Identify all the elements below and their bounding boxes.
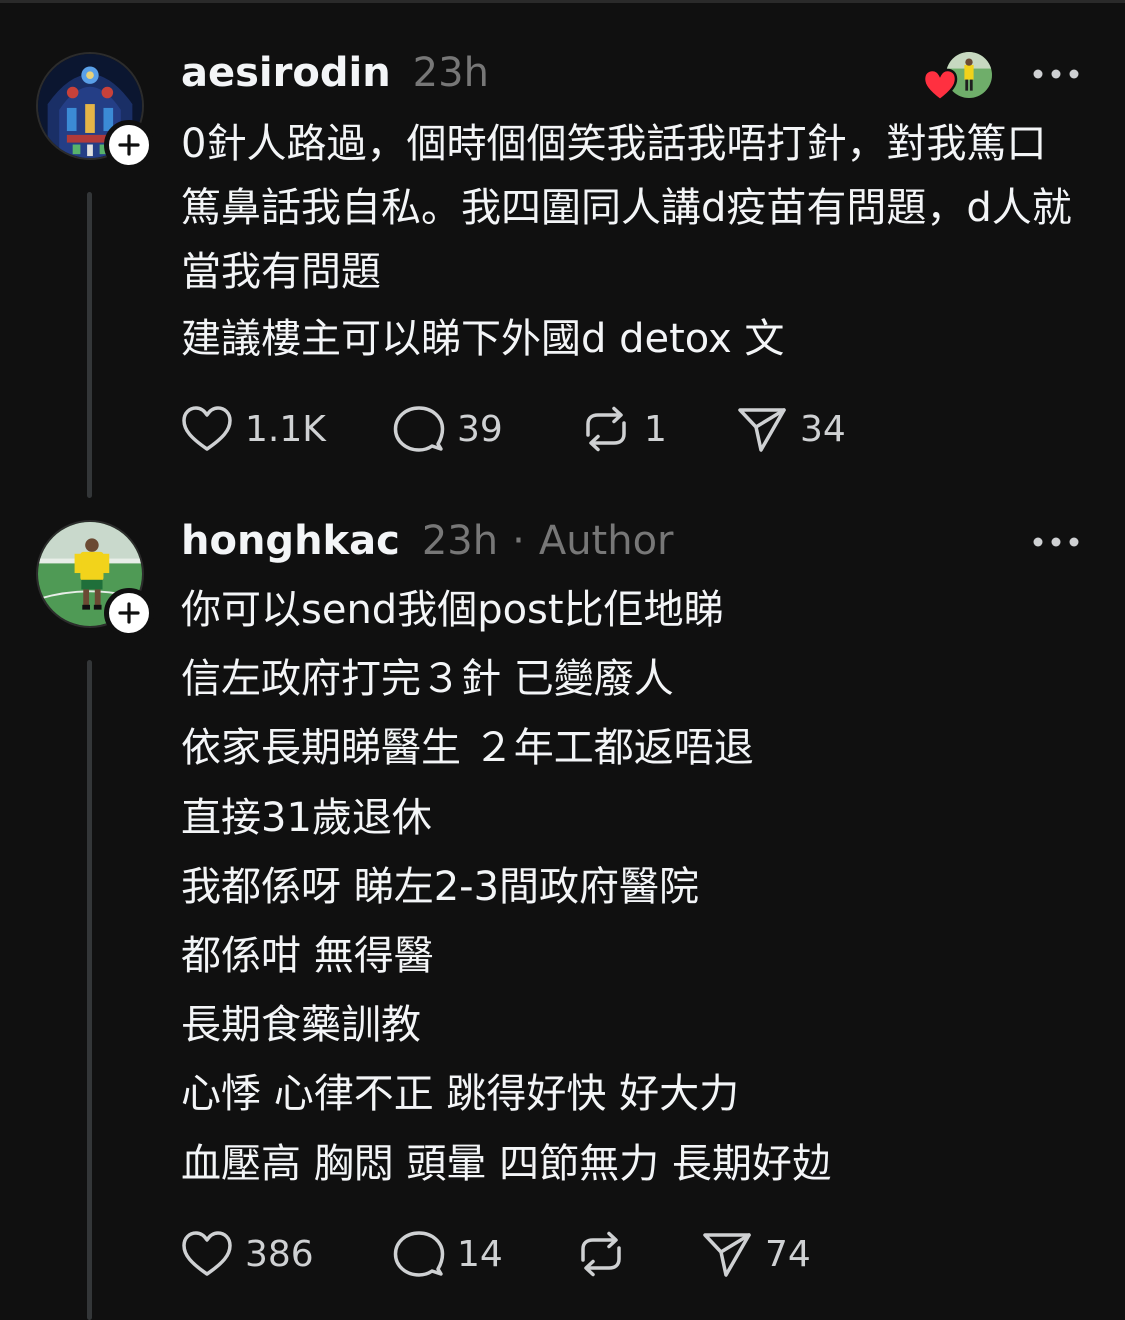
comment-icon [393, 1231, 445, 1277]
post-body: 0針人路過，個時個個笑我話我唔打針，對我篤口篤鼻話我自私。我四圍同人講d疫苗有問… [181, 112, 1081, 371]
post-line: 都係咁 無得醫 [181, 932, 434, 979]
post-paragraph: 0針人路過，個時個個笑我話我唔打針，對我篤口篤鼻話我自私。我四圍同人講d疫苗有問… [181, 121, 1072, 295]
heart-icon [922, 68, 958, 102]
post-line: 你可以send我個post比佢地睇 [181, 587, 724, 633]
timestamp: 23h [412, 50, 489, 96]
follow-button[interactable] [104, 120, 154, 170]
send-icon [703, 1233, 751, 1277]
username[interactable]: honghkac [181, 518, 400, 564]
post-paragraph: 建議樓主可以睇下外國d detox 文 [181, 316, 785, 362]
avatar[interactable] [36, 52, 154, 170]
post-line: 信左政府打完３針 已變廢人 [181, 656, 674, 703]
liked-by-indicator[interactable] [922, 50, 994, 102]
timestamp: 23h [421, 518, 499, 564]
more-options-button[interactable] [1030, 64, 1082, 84]
like-count: 1.1K [245, 408, 326, 450]
reply-post: honghkac 23h · Author 你可以send我個post比佢地睇 … [0, 500, 1125, 1320]
post-line: 直接31歲退休 [181, 794, 432, 841]
like-button[interactable]: 1.1K [181, 404, 393, 454]
heart-icon [182, 406, 232, 451]
reply-post: aesirodin 23h 0針人路過，個時個個笑我話我唔打針，對我篤口篤鼻話我… [0, 0, 1125, 500]
more-icon [1033, 537, 1079, 547]
thread-line [87, 192, 92, 498]
post-line: 我都係呀 睇左2-3間政府醫院 [181, 863, 700, 910]
post-header: honghkac 23h · Author [181, 518, 674, 568]
post-line: 依家長期睇醫生 ２年工都返唔退 [181, 725, 754, 772]
post-body: 你可以send我個post比佢地睇 信左政府打完３針 已變廢人 依家長期睇醫生 … [181, 576, 1081, 1199]
share-button[interactable]: 34 [736, 404, 846, 454]
post-header: aesirodin 23h [181, 50, 489, 100]
meta-separator: · [512, 518, 525, 564]
reply-button[interactable]: 14 [393, 1229, 575, 1279]
post-line: 心悸 心律不正 跳得好快 好大力 [181, 1071, 740, 1118]
post-line: 長期食藥訓教 [181, 1002, 421, 1049]
repost-icon [581, 1231, 621, 1277]
avatar[interactable] [36, 520, 154, 638]
author-tag: Author [538, 518, 674, 564]
username[interactable]: aesirodin [181, 50, 391, 96]
reply-count: 39 [457, 408, 503, 450]
plus-icon [118, 134, 140, 156]
repost-button[interactable] [575, 1229, 701, 1279]
reply-button[interactable]: 39 [393, 404, 580, 454]
thread-line [87, 660, 92, 1320]
action-bar: 1.1K 39 1 34 [181, 404, 846, 454]
like-button[interactable]: 386 [181, 1229, 393, 1279]
repost-count: 1 [644, 408, 667, 450]
send-icon [738, 408, 786, 452]
share-count: 34 [800, 408, 846, 450]
reply-count: 14 [457, 1233, 503, 1275]
heart-icon [182, 1231, 232, 1276]
plus-icon [118, 602, 140, 624]
repost-button[interactable]: 1 [580, 404, 736, 454]
more-icon [1033, 69, 1079, 79]
action-bar: 386 14 74 [181, 1229, 811, 1279]
comment-icon [393, 406, 445, 452]
share-count: 74 [765, 1233, 811, 1275]
like-count: 386 [245, 1233, 314, 1275]
follow-button[interactable] [104, 588, 154, 638]
share-button[interactable]: 74 [701, 1229, 811, 1279]
post-line: 血壓高 胸悶 頭暈 四節無力 長期好攰 [181, 1140, 832, 1187]
repost-icon [586, 406, 626, 452]
more-options-button[interactable] [1030, 532, 1082, 552]
